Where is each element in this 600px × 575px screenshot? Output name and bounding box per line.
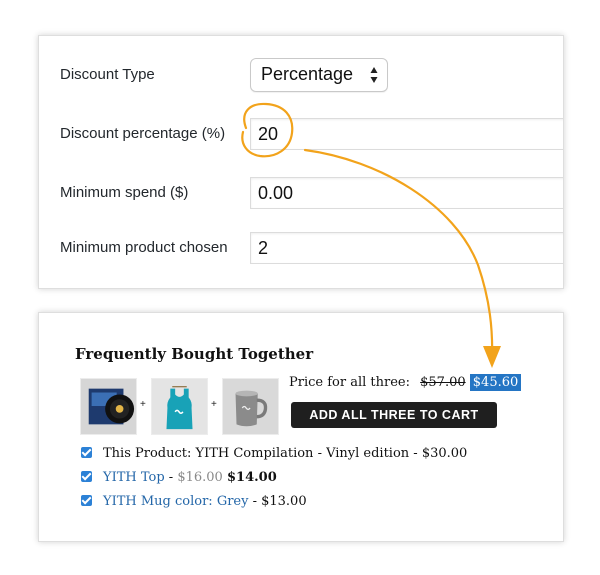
discounted-total-price: $45.60 [469, 374, 522, 391]
select-arrows-icon [370, 67, 378, 83]
discount-settings-panel: Discount Type Percentage Discount percen… [38, 35, 564, 289]
checkbox-checked-icon[interactable] [81, 471, 92, 482]
plus-sign: + [211, 399, 217, 410]
minimum-products-label: Minimum product chosen [60, 239, 228, 256]
vinyl-record-icon [88, 388, 135, 425]
minimum-products-input[interactable]: 2 [250, 232, 563, 264]
add-all-to-cart-button[interactable]: ADD ALL THREE TO CART [291, 402, 497, 428]
tank-top-icon [166, 386, 193, 430]
discount-type-select[interactable]: Percentage [250, 58, 388, 92]
price-label: Price for all three: [289, 375, 410, 390]
discount-type-value: Percentage [261, 64, 354, 84]
item-price: $14.00 [226, 470, 277, 485]
discount-percentage-input[interactable]: 20 [250, 118, 563, 150]
minimum-spend-input[interactable]: 0.00 [250, 177, 563, 209]
item-old-price: $16.00 [177, 470, 223, 485]
minimum-spend-label: Minimum spend ($) [60, 184, 189, 201]
bundle-price-row: Price for all three: $57.00 $45.60 [289, 374, 522, 391]
list-item: This Product: YITH Compilation - Vinyl e… [81, 446, 467, 461]
item-link[interactable]: YITH Mug color: Grey [103, 494, 248, 509]
item-separator: - [164, 470, 178, 485]
frequently-bought-together-widget: Frequently Bought Together + + Price for… [38, 312, 564, 542]
checkbox-checked-icon[interactable] [81, 447, 92, 458]
item-price-text: - $13.00 [248, 494, 307, 509]
tank-top-thumbnail[interactable] [151, 378, 208, 435]
item-text: This Product: YITH Compilation - Vinyl e… [103, 446, 468, 461]
list-item: YITH Top - $16.00 $14.00 [81, 470, 277, 485]
mug-icon [235, 390, 268, 427]
discount-type-label: Discount Type [60, 66, 155, 83]
checkbox-checked-icon[interactable] [81, 495, 92, 506]
item-link[interactable]: YITH Top [103, 470, 165, 485]
plus-sign: + [140, 399, 146, 410]
vinyl-record-thumbnail[interactable] [80, 378, 137, 435]
mug-thumbnail[interactable] [222, 378, 279, 435]
widget-title: Frequently Bought Together [75, 345, 314, 363]
original-total-price: $57.00 [420, 375, 466, 390]
discount-percentage-label: Discount percentage (%) [60, 125, 226, 142]
list-item: YITH Mug color: Grey - $13.00 [81, 494, 307, 509]
